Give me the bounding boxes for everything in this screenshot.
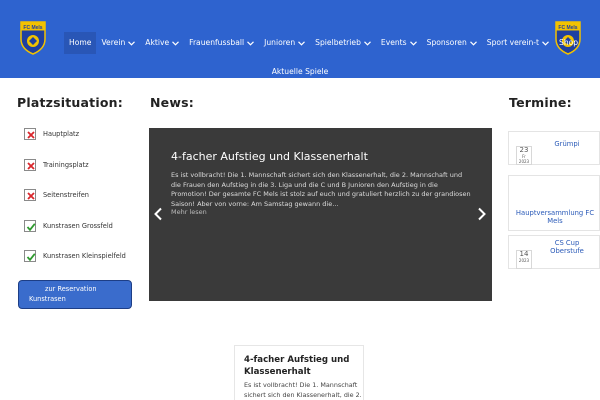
chevron-down-icon [409,40,417,46]
news-card[interactable]: 4-facher Aufstieg und Klassenerhalt Es i… [234,345,364,400]
closed-status-icon [24,158,36,171]
open-status-check-icon [24,219,36,232]
nav-aktive[interactable]: Aktive [140,32,184,54]
termin-item[interactable]: 14 2023 CS Cup Oberstufe [508,235,600,269]
nav-label: Verein [101,38,126,47]
nav-row-2: Aktuelle Spiele [0,59,600,78]
platz-item: Seitenstreifen [24,189,126,201]
termin-title[interactable]: Grümpi [537,140,597,148]
news-card-excerpt: Es ist vollbracht! Die 1. Mannschaft sic… [244,381,362,399]
chevron-down-icon [298,40,306,46]
date-badge: 23 Fr 2023 [516,146,532,165]
news-card-title[interactable]: 4-facher Aufstieg und Klassenerhalt [244,354,359,378]
nav-sponsoren[interactable]: Sponsoren [422,32,482,54]
chevron-down-icon [247,40,255,46]
platz-item: Kunstrasen Grossfeld [24,219,126,232]
main-nav: Home Verein Aktive Frauenfussball Junior… [64,32,583,54]
platz-item: Hauptplatz [24,128,126,140]
platz-label: Hauptplatz [43,130,80,138]
termin-item[interactable]: 23 Fr 2023 Grümpi [508,131,600,165]
chevron-right-icon[interactable] [477,207,487,221]
nav-shop[interactable]: Shop [554,32,583,54]
chevron-down-icon [128,40,136,46]
nav-label: Aktive [145,38,170,47]
slide-title[interactable]: 4-facher Aufstieg und Klassenerhalt [171,150,368,163]
chevron-down-icon [542,40,549,46]
reservation-label-1: zur Reservation [45,285,97,293]
platz-label: Kunstrasen Grossfeld [43,221,113,230]
chevron-down-icon [469,40,477,46]
nav-sport-verein-t[interactable]: Sport verein-t [482,32,554,54]
open-status-check-icon [24,250,36,262]
date-year: 2023 [518,258,530,263]
nav-label: Junioren [264,38,296,47]
reservation-button[interactable]: zur Reservation Kunstrasen [18,280,132,309]
club-logo[interactable]: FC Mels [20,21,46,55]
nav-aktuelle-spiele[interactable]: Aktuelle Spiele [272,67,329,76]
nav-frauenfussball[interactable]: Frauenfussball [184,32,259,54]
termin-title[interactable]: Hauptversammlung FC Mels [512,209,598,225]
nav-label: Home [69,38,92,47]
platz-item: Kunstrasen Kleinspielfeld [24,250,126,262]
svg-text:FC Mels: FC Mels [558,25,577,31]
nav-junioren[interactable]: Junioren [259,32,310,54]
nav-events[interactable]: Events [376,32,422,54]
closed-status-icon [24,128,36,140]
reservation-label-2: Kunstrasen [29,294,66,303]
nav-label: Frauenfussball [189,38,245,47]
platz-label: Trainingsplatz [43,160,89,169]
nav-label: Shop [559,38,579,47]
platz-item: Trainingsplatz [24,158,126,171]
date-day: 14 [519,250,529,258]
nav-label: Spielbetrieb [315,38,361,47]
nav-home[interactable]: Home [64,32,97,54]
nav-label: Sponsoren [426,38,467,47]
termine-heading: Termine: [509,95,572,110]
date-year: 2023 [518,159,530,164]
platz-status-list: Hauptplatz Trainingsplatz Seitenstreifen… [24,128,126,281]
termin-title[interactable]: CS Cup Oberstufe [537,239,597,255]
closed-status-icon [24,189,36,201]
nav-verein[interactable]: Verein [96,32,140,54]
platz-label: Seitenstreifen [43,191,89,199]
platz-heading: Platzsituation: [17,95,123,110]
news-slider: 4-facher Aufstieg und Klassenerhalt Es i… [149,128,492,301]
chevron-down-icon [172,40,180,46]
platz-label: Kunstrasen Kleinspielfeld [43,252,126,260]
date-day: 23 [519,146,529,154]
nav-label: Events [380,38,407,47]
chevron-down-icon [363,40,371,46]
slide-excerpt: Es ist vollbracht! Die 1. Mannschaft sic… [171,171,471,208]
date-badge: 14 2023 [516,250,532,269]
chevron-left-icon[interactable] [153,207,163,221]
svg-text:FC Mels: FC Mels [23,25,42,31]
nav-label: Sport verein-t [486,38,540,47]
nav-spielbetrieb[interactable]: Spielbetrieb [310,32,376,54]
site-header: FC Mels FC Mels Home Verein Aktive Fraue… [0,0,600,78]
news-heading: News: [150,95,194,110]
termin-item[interactable]: Hauptversammlung FC Mels [508,175,600,231]
read-more-link[interactable]: Mehr lesen [171,208,207,216]
